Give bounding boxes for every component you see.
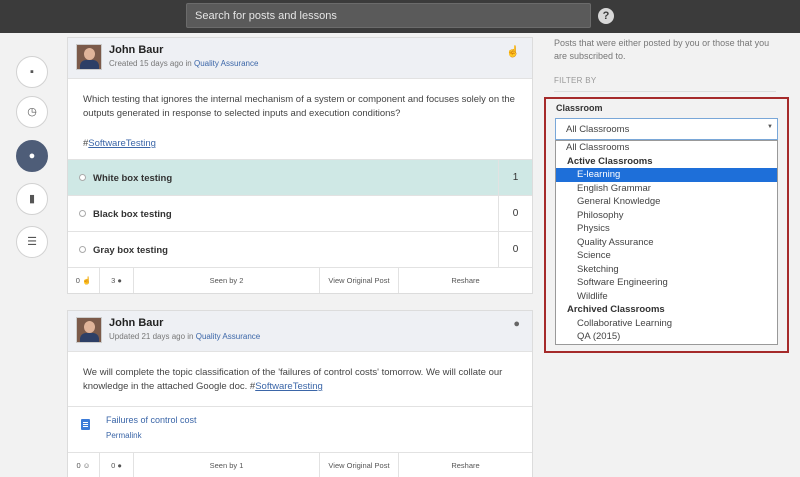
permalink-link[interactable]: Permalink <box>106 431 142 440</box>
dropdown-option[interactable]: Philosophy <box>556 209 777 223</box>
dropdown-option[interactable]: Physics <box>556 222 777 236</box>
author-name[interactable]: John Baur <box>109 317 163 329</box>
poll-option-count: 1 <box>498 160 532 195</box>
caret-down-icon: ▼ <box>767 124 773 130</box>
recent-nav-button[interactable]: ◷ <box>16 96 48 128</box>
post-meta: Updated 21 days ago in Quality Assurance <box>109 332 261 341</box>
seen-by[interactable]: Seen by 1 <box>134 453 320 477</box>
hashtag-link[interactable]: SoftwareTesting <box>255 381 323 392</box>
dropdown-option[interactable]: E-learning <box>556 168 777 182</box>
post-card-poll: John Baur Created 15 days ago in Quality… <box>67 37 533 294</box>
classroom-select-value: All Classrooms <box>566 124 630 135</box>
post-footer: 0 ☝ 3 ● Seen by 2 View Original Post Res… <box>68 267 532 293</box>
radio-icon[interactable] <box>79 174 86 181</box>
dropdown-option[interactable]: General Knowledge <box>556 195 777 209</box>
post-card-doc: John Baur Updated 21 days ago in Quality… <box>67 310 533 477</box>
dropdown-option[interactable]: Quality Assurance <box>556 236 777 250</box>
post-body: Which testing that ignores the internal … <box>68 79 532 159</box>
poll-option[interactable]: Gray box testing 0 <box>68 231 532 267</box>
view-original-post-button[interactable]: View Original Post <box>320 453 399 477</box>
radio-icon[interactable] <box>79 210 86 217</box>
attachment: Failures of control cost Permalink <box>68 406 532 452</box>
poll-option-count: 0 <box>498 196 532 231</box>
comment-icon: ● <box>117 276 122 285</box>
classroom-link[interactable]: Quality Assurance <box>194 59 258 68</box>
author-name[interactable]: John Baur <box>109 44 163 56</box>
dropdown-option[interactable]: All Classrooms <box>556 141 777 155</box>
classroom-label: Classroom <box>556 103 603 113</box>
top-bar: Search for posts and lessons ? <box>0 0 800 33</box>
dropdown-option[interactable]: Wildlife <box>556 290 777 304</box>
smiley-icon: ☺ <box>82 461 91 470</box>
classroom-dropdown-list: All Classrooms Active Classrooms E-learnin… <box>555 140 778 345</box>
help-icon[interactable]: ? <box>598 8 614 24</box>
like-button[interactable]: 0 ☺ <box>68 453 100 477</box>
thumbs-up-icon: ☝ <box>81 276 92 285</box>
dropdown-group-label: Archived Classrooms <box>567 304 665 315</box>
list-nav-button[interactable]: ☰ <box>16 226 48 258</box>
poll-option-label: White box testing <box>93 173 173 184</box>
attachment-title-link[interactable]: Failures of control cost <box>106 415 197 425</box>
chat-icon: ▪ <box>30 66 34 78</box>
speech-bubble-icon: ● <box>28 150 36 162</box>
search-input[interactable]: Search for posts and lessons <box>186 3 591 28</box>
comment-button[interactable]: 0 ● <box>100 453 134 477</box>
radio-icon[interactable] <box>79 246 86 253</box>
avatar[interactable] <box>76 44 102 70</box>
poll-option[interactable]: Black box testing 0 <box>68 195 532 231</box>
seen-by[interactable]: Seen by 2 <box>134 268 320 293</box>
like-button[interactable]: 0 ☝ <box>68 268 100 293</box>
poll-option[interactable]: White box testing 1 <box>68 159 532 195</box>
dropdown-option[interactable]: QA (2015) <box>556 330 777 344</box>
divider <box>554 91 776 92</box>
poll-question: Which testing that ignores the internal … <box>83 94 515 119</box>
posts-nav-button[interactable]: ● <box>16 140 48 172</box>
comment-icon: ● <box>117 461 122 470</box>
book-icon: ▮ <box>28 193 36 205</box>
view-original-post-button[interactable]: View Original Post <box>320 268 399 293</box>
dropdown-option[interactable]: Software Engineering <box>556 276 777 290</box>
post-meta: Created 15 days ago in Quality Assurance <box>109 59 259 68</box>
filter-by-heading: FILTER BY <box>554 76 597 85</box>
poll-option-label: Gray box testing <box>93 245 168 256</box>
classroom-select[interactable]: All Classrooms ▼ <box>555 118 778 140</box>
list-icon: ☰ <box>27 236 37 248</box>
google-doc-icon <box>81 419 90 430</box>
chat-nav-button[interactable]: ▪ <box>16 56 48 88</box>
classroom-link[interactable]: Quality Assurance <box>196 332 260 341</box>
dropdown-option[interactable]: Collaborative Learning <box>556 317 777 331</box>
reshare-button[interactable]: Reshare <box>399 268 532 293</box>
poll-option-count: 0 <box>498 232 532 267</box>
dropdown-option[interactable]: Sketching <box>556 263 777 277</box>
dropdown-group-label: Active Classrooms <box>567 155 653 167</box>
dropdown-option[interactable]: Science <box>556 249 777 263</box>
avatar[interactable] <box>76 317 102 343</box>
dropdown-option[interactable]: English Grammar <box>556 182 777 196</box>
post-body: We will complete the topic classificatio… <box>83 367 503 392</box>
reshare-button[interactable]: Reshare <box>399 453 532 477</box>
comment-button[interactable]: 3 ● <box>100 268 134 293</box>
filter-description: Posts that were either posted by you or … <box>554 38 770 61</box>
lessons-nav-button[interactable]: ▮ <box>16 183 48 215</box>
comment-icon[interactable]: ● <box>513 318 520 330</box>
hand-pointer-icon[interactable]: ☝ <box>506 45 520 58</box>
hashtag-link[interactable]: SoftwareTesting <box>88 138 156 149</box>
clock-icon: ◷ <box>27 106 37 118</box>
poll-option-label: Black box testing <box>93 209 172 220</box>
post-footer: 0 ☺ 0 ● Seen by 1 View Original Post Res… <box>68 452 532 477</box>
post-header: John Baur Updated 21 days ago in Quality… <box>68 311 532 352</box>
post-header: John Baur Created 15 days ago in Quality… <box>68 38 532 79</box>
